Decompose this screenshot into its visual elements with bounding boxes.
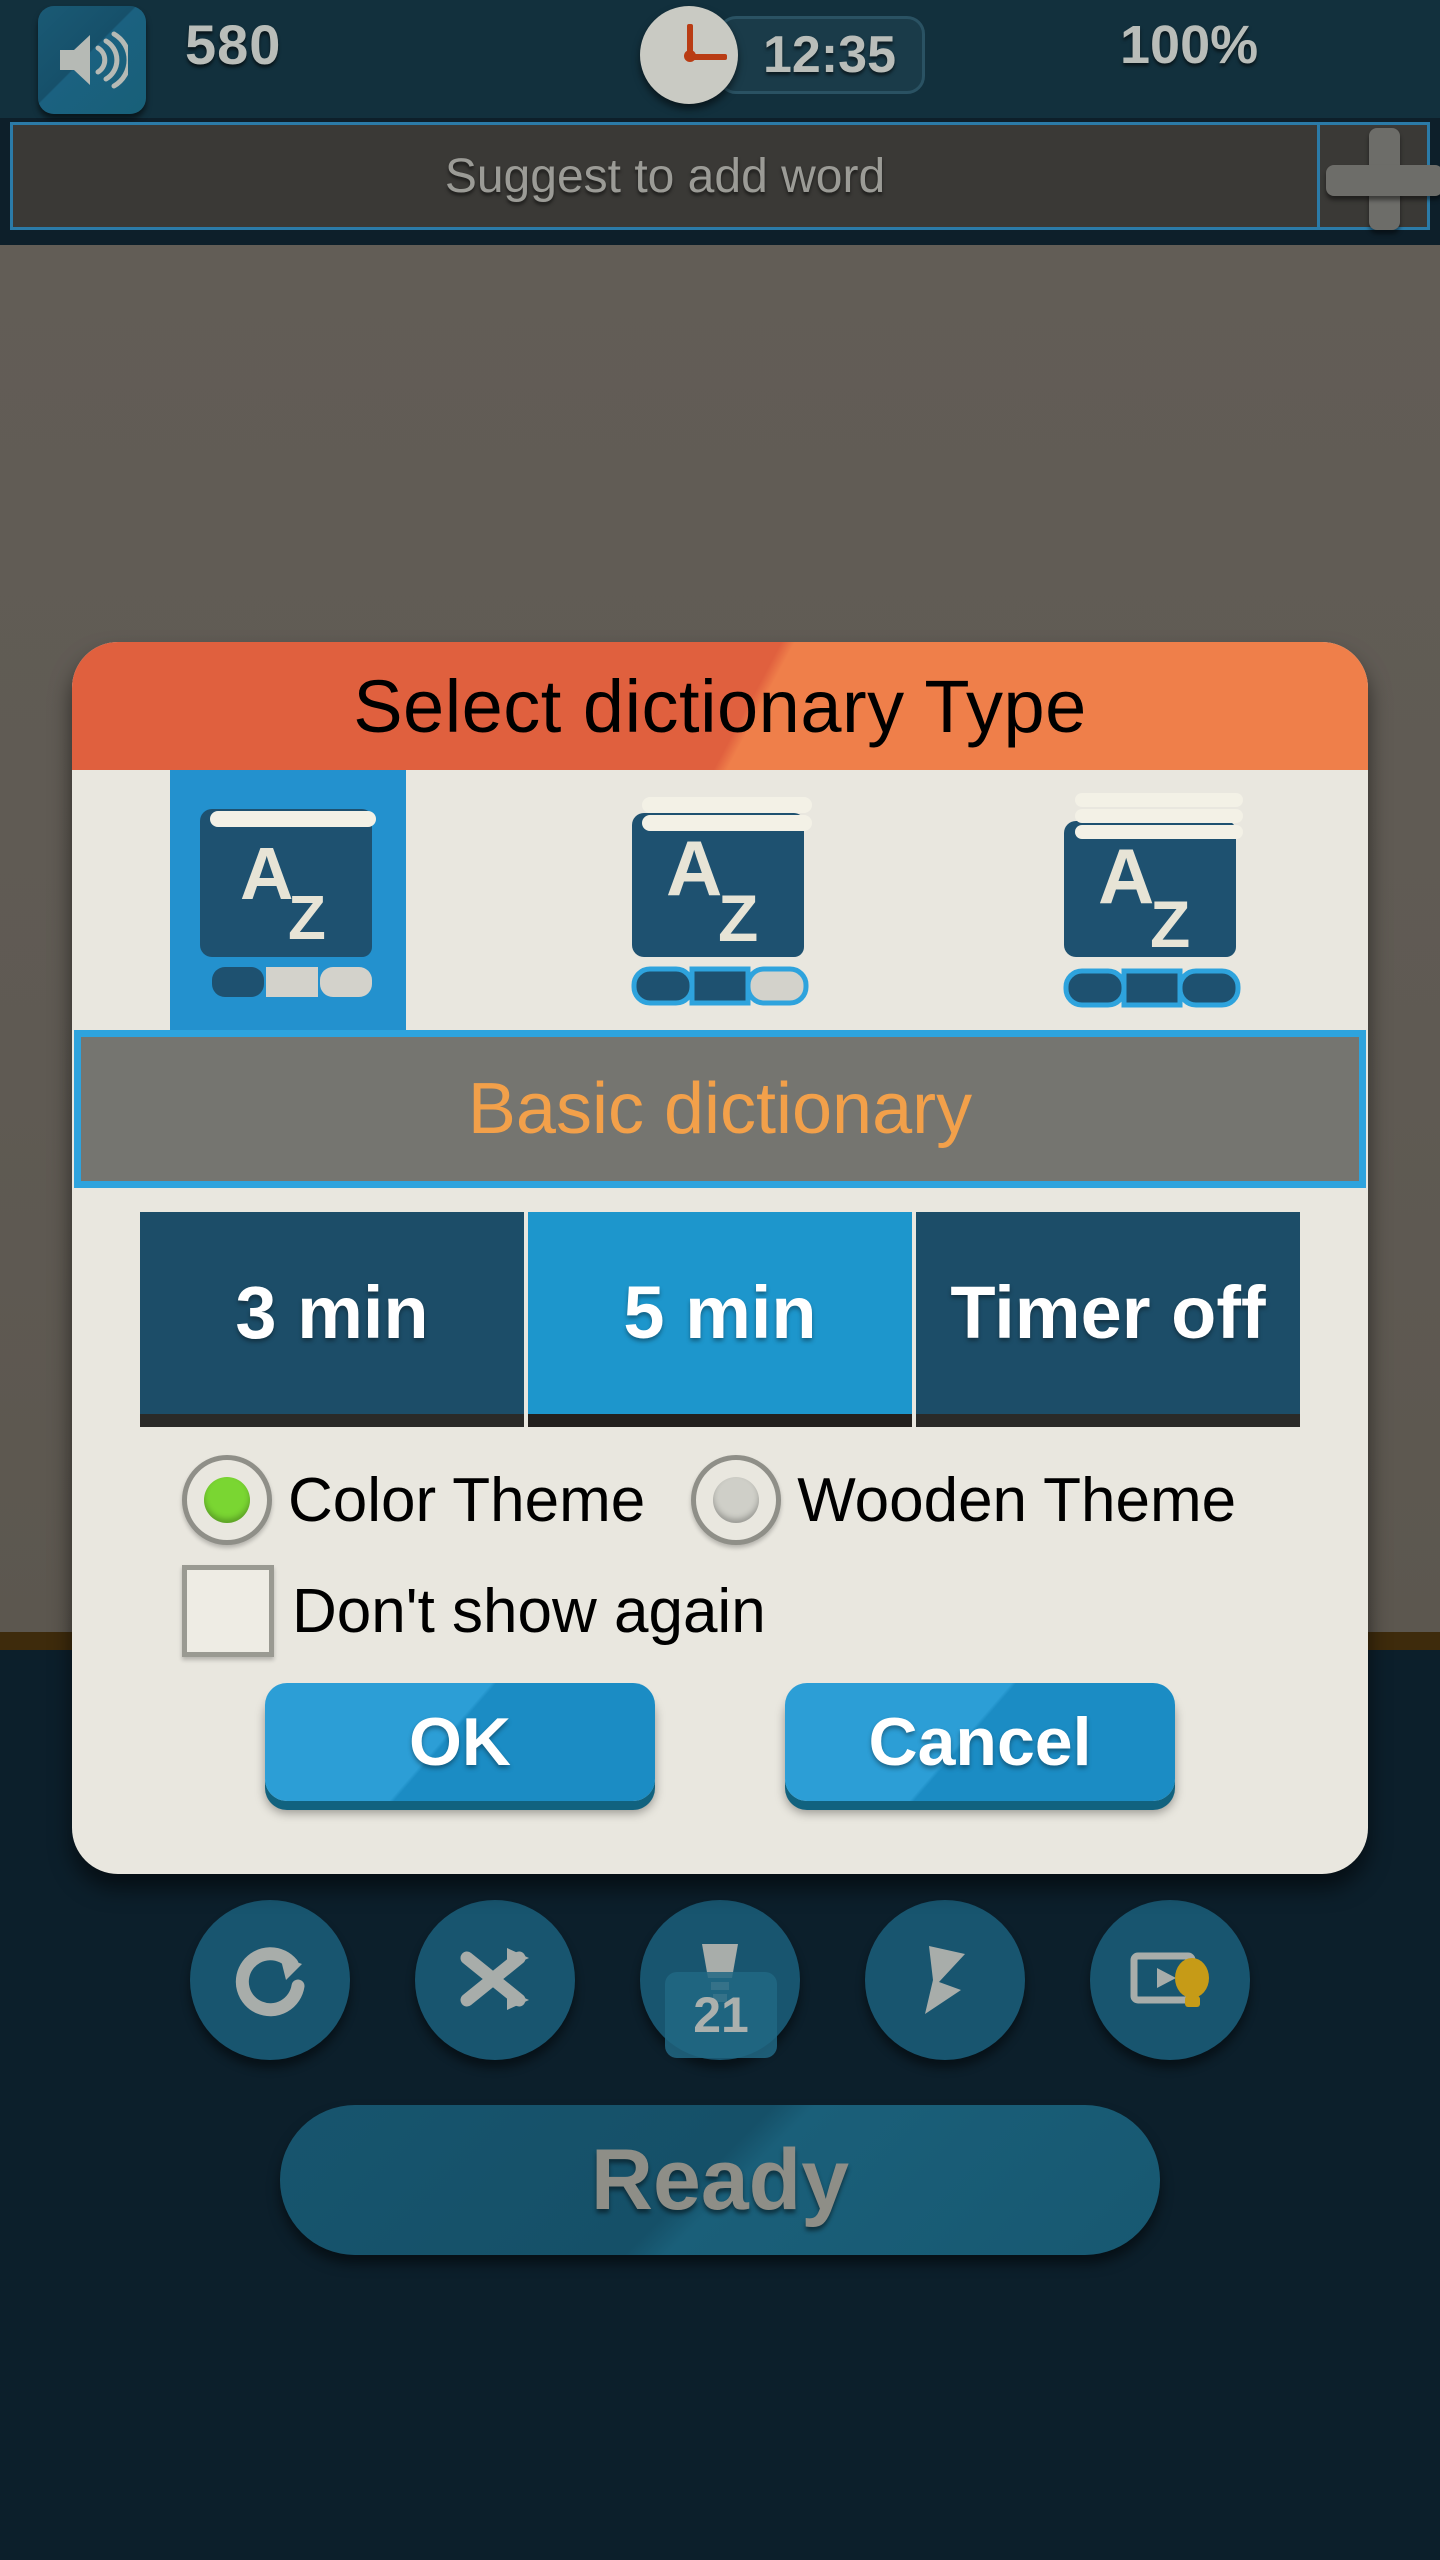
selected-dictionary-box: Basic dictionary [74,1030,1366,1188]
time-pill: 12:35 [718,16,925,94]
time-value: 12:35 [763,26,896,84]
dont-show-again-label: Don't show again [292,1576,766,1646]
flag-icon [925,1946,965,2014]
sound-toggle-button[interactable] [38,6,146,114]
clock-widget: 12:35 [640,6,945,104]
timer-option-3min[interactable]: 3 min [140,1212,524,1427]
dictionary-book-medium-icon: A Z [631,797,812,1006]
svg-text:A: A [666,824,722,912]
add-word-button[interactable] [1320,122,1440,230]
suggest-word-placeholder: Suggest to add word [444,149,886,203]
dialog-header: Select dictionary Type [72,642,1368,770]
select-dictionary-dialog: Select dictionary Type A Z A Z A Z Basic… [72,642,1368,1874]
svg-text:Z: Z [718,881,758,955]
timer-option-off[interactable]: Timer off [916,1212,1300,1427]
toolbar-button-refresh[interactable] [190,1900,350,2060]
ok-button-label: OK [409,1704,511,1780]
radio-color-theme-label: Color Theme [288,1465,646,1535]
dictionary-book-basic-icon: A Z [200,809,376,997]
timer-options: 3 min 5 min Timer off [140,1212,1300,1427]
app-screen: 580 12:35 100% Suggest to add word 21 Re… [0,0,1440,2560]
cancel-button[interactable]: Cancel [785,1683,1175,1801]
timer-option-off-label: Timer off [950,1270,1266,1354]
radio-wooden-theme-label: Wooden Theme [797,1465,1237,1535]
cancel-button-label: Cancel [868,1704,1092,1780]
dont-show-again-row: Don't show again [182,1565,1368,1657]
svg-text:Z: Z [288,884,326,953]
toolbar-button-flag[interactable] [865,1900,1025,2060]
toolbar-button-shuffle[interactable] [415,1900,575,2060]
timer-option-3min-label: 3 min [235,1270,429,1354]
ready-button[interactable]: Ready [280,2105,1160,2255]
dont-show-again-checkbox[interactable] [182,1565,274,1657]
suggest-word-input[interactable]: Suggest to add word [10,122,1320,230]
theme-options: Color Theme Wooden Theme [182,1455,1368,1545]
dialog-actions: OK Cancel [165,1683,1275,1801]
ok-button[interactable]: OK [265,1683,655,1801]
analog-clock-icon [640,6,738,104]
toolbar-button-video-hint[interactable] [1090,1900,1250,2060]
battery-value: 100% [1120,15,1259,75]
svg-text:Z: Z [1150,887,1190,961]
radio-dot [204,1477,250,1523]
status-bar: 580 12:35 100% [0,0,1440,118]
dialog-title: Select dictionary Type [353,664,1087,748]
selected-dictionary-label: Basic dictionary [467,1069,973,1149]
speaker-volume-icon [60,31,128,89]
selected-dictionary-row: Basic dictionary [72,1030,1368,1190]
bottom-toolbar: 21 [0,1890,1440,2070]
dictionary-book-full-icon: A Z [1063,793,1243,1008]
refresh-rotate-icon [235,1947,305,2017]
radio-color-theme[interactable] [182,1455,272,1545]
timer-option-5min[interactable]: 5 min [528,1212,912,1427]
dictionary-option-basic[interactable]: A Z [72,770,504,1030]
score-value: 580 [185,13,282,76]
svg-text:A: A [240,832,293,915]
suggest-word-row: Suggest to add word [10,122,1440,230]
dictionary-option-medium[interactable]: A Z [504,770,936,1030]
dictionary-option-full[interactable]: A Z [936,770,1368,1030]
trophy-count-badge: 21 [665,1972,777,2058]
svg-text:A: A [1098,832,1154,920]
toolbar-button-trophy[interactable]: 21 [640,1900,800,2060]
radio-wooden-theme[interactable] [691,1455,782,1545]
ready-button-label: Ready [590,2131,850,2228]
shuffle-icon [460,1948,529,2010]
video-hint-icon [1130,1952,1209,2007]
timer-option-5min-label: 5 min [623,1270,817,1354]
dictionary-type-options: A Z A Z A Z [72,770,1368,1030]
radio-dot [713,1477,760,1523]
